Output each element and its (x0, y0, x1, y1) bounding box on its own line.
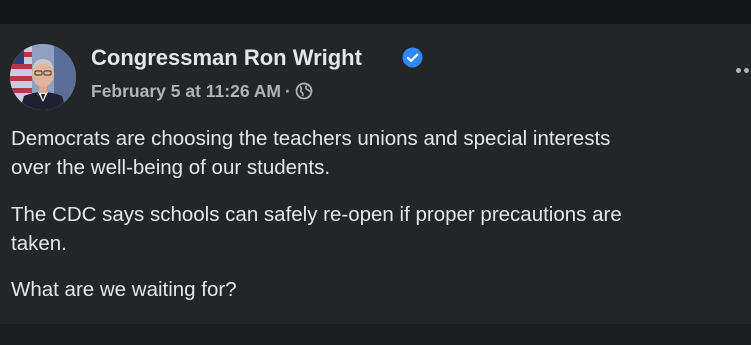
avatar[interactable] (10, 44, 76, 110)
bottom-band (0, 324, 751, 345)
post-text-line: What are we waiting for? (11, 278, 237, 301)
top-band (0, 0, 751, 24)
post-text-line: over the well-being of our students. (11, 156, 331, 179)
verified-badge-icon (402, 47, 423, 68)
meta-separator: · (285, 81, 291, 101)
post-timestamp[interactable]: February 5 at 11:26 AM (91, 81, 281, 101)
post-text-line: The CDC says schools can safely re-open … (11, 203, 622, 226)
globe-icon[interactable] (295, 82, 313, 100)
more-options-icon[interactable] (735, 66, 751, 76)
post-text-line: Democrats are choosing the teachers unio… (11, 127, 611, 150)
avatar-portrait-icon (10, 44, 76, 110)
author-name[interactable]: Congressman Ron Wright (91, 44, 362, 72)
post-meta: February 5 at 11:26 AM · (91, 79, 313, 103)
post-text-line: taken. (11, 232, 67, 255)
